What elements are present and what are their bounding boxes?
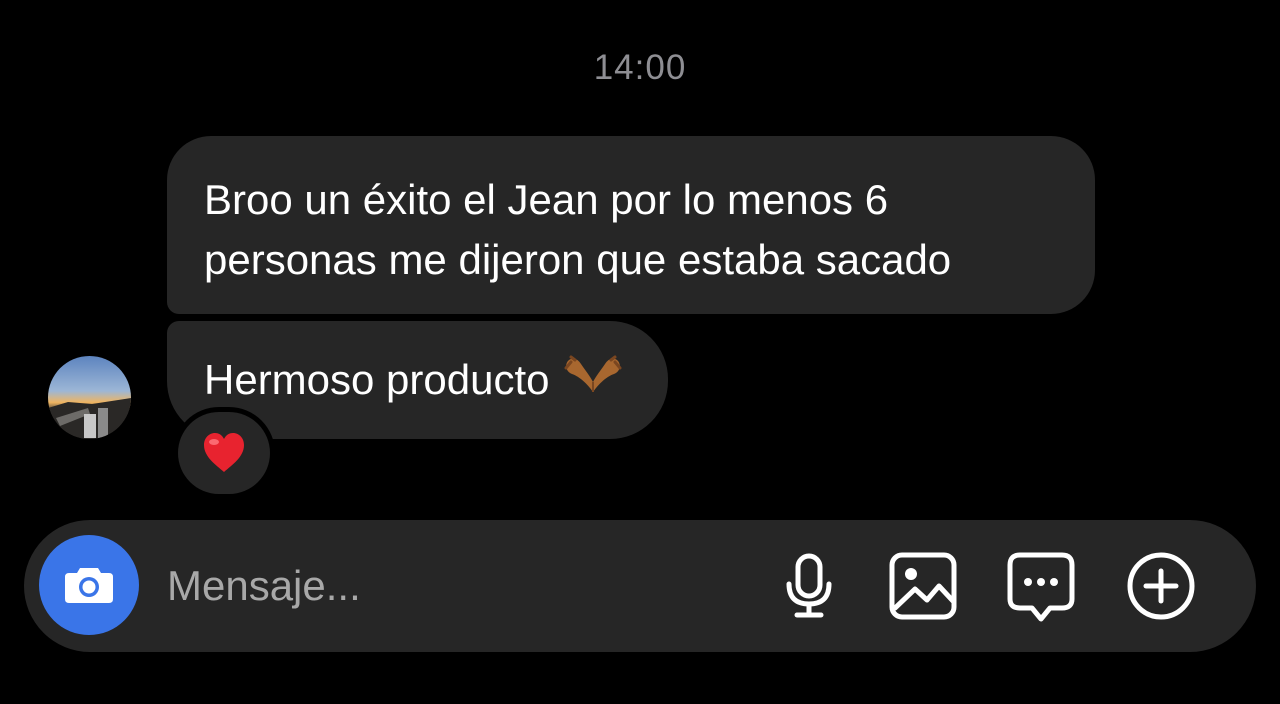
message-timestamp: 14:00: [593, 48, 687, 87]
message-input[interactable]: [167, 558, 727, 614]
direct-message-thread: 14:00 Broo un éxito el Jean por lo menos…: [0, 0, 1280, 704]
voice-message-button[interactable]: [769, 546, 849, 626]
sticker-button[interactable]: [1001, 546, 1081, 626]
red-heart-emoji-icon: [204, 433, 244, 472]
camera-icon: [65, 568, 113, 603]
received-message-bubble[interactable]: Broo un éxito el Jean por lo menos 6 per…: [167, 136, 1095, 314]
message-text-line: personas me dijeron que estaba sacado: [204, 236, 952, 283]
more-options-button[interactable]: [1121, 546, 1201, 626]
sender-avatar[interactable]: [48, 356, 131, 439]
camera-button[interactable]: [39, 535, 139, 635]
gallery-icon: [889, 552, 957, 620]
gallery-button[interactable]: [883, 546, 963, 626]
message-reaction[interactable]: [178, 412, 270, 494]
message-text-line: Broo un éxito el Jean por lo menos 6: [204, 176, 889, 223]
message-text: Hermoso producto: [204, 356, 550, 403]
heart-hands-emoji-icon: [562, 354, 624, 414]
microphone-icon: [786, 553, 832, 618]
sticker-icon: [1007, 552, 1075, 622]
plus-icon: [1127, 552, 1195, 620]
message-composer: [24, 520, 1256, 652]
